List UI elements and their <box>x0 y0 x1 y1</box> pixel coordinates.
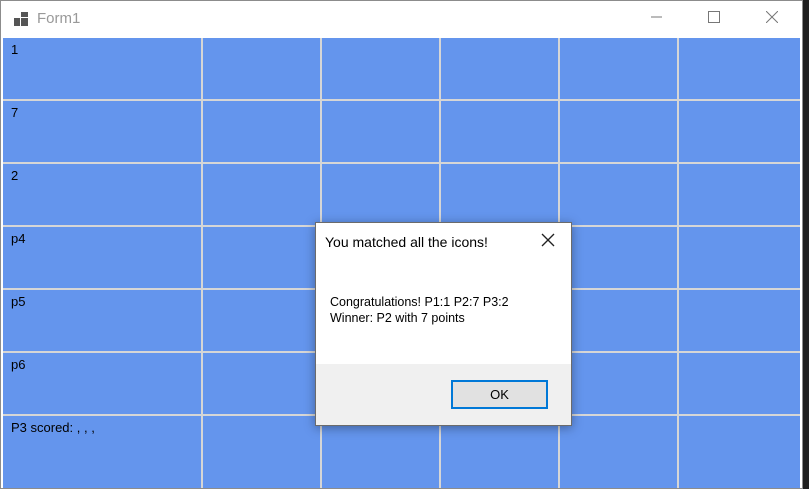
board-cell[interactable]: 7 <box>3 101 201 162</box>
board-cell[interactable] <box>203 353 320 414</box>
dialog-message-line: Congratulations! P1:1 P2:7 P3:2 <box>330 295 509 309</box>
cell-label: 1 <box>11 42 19 57</box>
title-bar[interactable]: Form1 <box>1 1 802 37</box>
board-cell[interactable] <box>203 227 320 288</box>
board-cell[interactable]: p5 <box>3 290 201 351</box>
board-cell[interactable] <box>441 101 558 162</box>
board-cell[interactable]: 1 <box>3 38 201 99</box>
board-cell[interactable] <box>679 38 800 99</box>
dialog-message: Congratulations! P1:1 P2:7 P3:2 Winner: … <box>330 294 509 326</box>
board-cell[interactable] <box>203 164 320 225</box>
board-cell[interactable] <box>322 101 439 162</box>
board-cell[interactable] <box>679 290 800 351</box>
board-cell[interactable] <box>560 416 677 488</box>
board-cell[interactable] <box>679 164 800 225</box>
board-cell[interactable]: P3 scored: , , , <box>3 416 201 488</box>
board-cell[interactable] <box>679 416 800 488</box>
board-cell[interactable]: p4 <box>3 227 201 288</box>
dialog-close-button[interactable] <box>533 229 563 255</box>
cell-label: p4 <box>11 231 26 246</box>
board-cell[interactable] <box>322 164 439 225</box>
minimize-button[interactable] <box>628 1 686 37</box>
cell-label: p6 <box>11 357 26 372</box>
board-cell[interactable]: 2 <box>3 164 201 225</box>
maximize-icon <box>708 10 720 28</box>
board-cell[interactable] <box>441 38 558 99</box>
cell-label: P3 scored: , , , <box>11 420 95 435</box>
dialog-footer: OK <box>316 364 571 425</box>
board-cell[interactable] <box>560 164 677 225</box>
board-cell[interactable] <box>560 353 677 414</box>
dialog-title: You matched all the icons! <box>325 234 488 250</box>
board-cell[interactable] <box>203 290 320 351</box>
cell-label: 7 <box>11 105 19 120</box>
window-title: Form1 <box>37 10 81 27</box>
close-icon <box>541 233 555 252</box>
maximize-button[interactable] <box>685 1 743 37</box>
board-cell[interactable] <box>203 416 320 488</box>
dialog-message-line: Winner: P2 with 7 points <box>330 311 465 325</box>
cell-label: 2 <box>11 168 19 183</box>
board-cell[interactable] <box>679 101 800 162</box>
board-cell[interactable]: p6 <box>3 353 201 414</box>
board-cell[interactable] <box>322 38 439 99</box>
ok-button[interactable]: OK <box>451 380 548 409</box>
board-cell[interactable] <box>441 416 558 488</box>
close-icon <box>765 10 779 28</box>
message-box: You matched all the icons! Congratulatio… <box>315 222 572 426</box>
board-cell[interactable] <box>679 353 800 414</box>
main-window: Form1 1 7 2 p4 p5 p6 P3 scored: , , , You matc… <box>0 0 803 489</box>
cell-label: p5 <box>11 294 26 309</box>
board-cell[interactable] <box>560 38 677 99</box>
board-cell[interactable] <box>441 164 558 225</box>
board-cell[interactable] <box>679 227 800 288</box>
board-cell[interactable] <box>560 101 677 162</box>
board-cell[interactable] <box>322 416 439 488</box>
board-cell[interactable] <box>203 38 320 99</box>
minimize-icon <box>651 10 663 28</box>
app-icon <box>14 12 28 26</box>
board-cell[interactable] <box>560 290 677 351</box>
board-cell[interactable] <box>203 101 320 162</box>
board-cell[interactable] <box>560 227 677 288</box>
close-button[interactable] <box>743 1 801 37</box>
